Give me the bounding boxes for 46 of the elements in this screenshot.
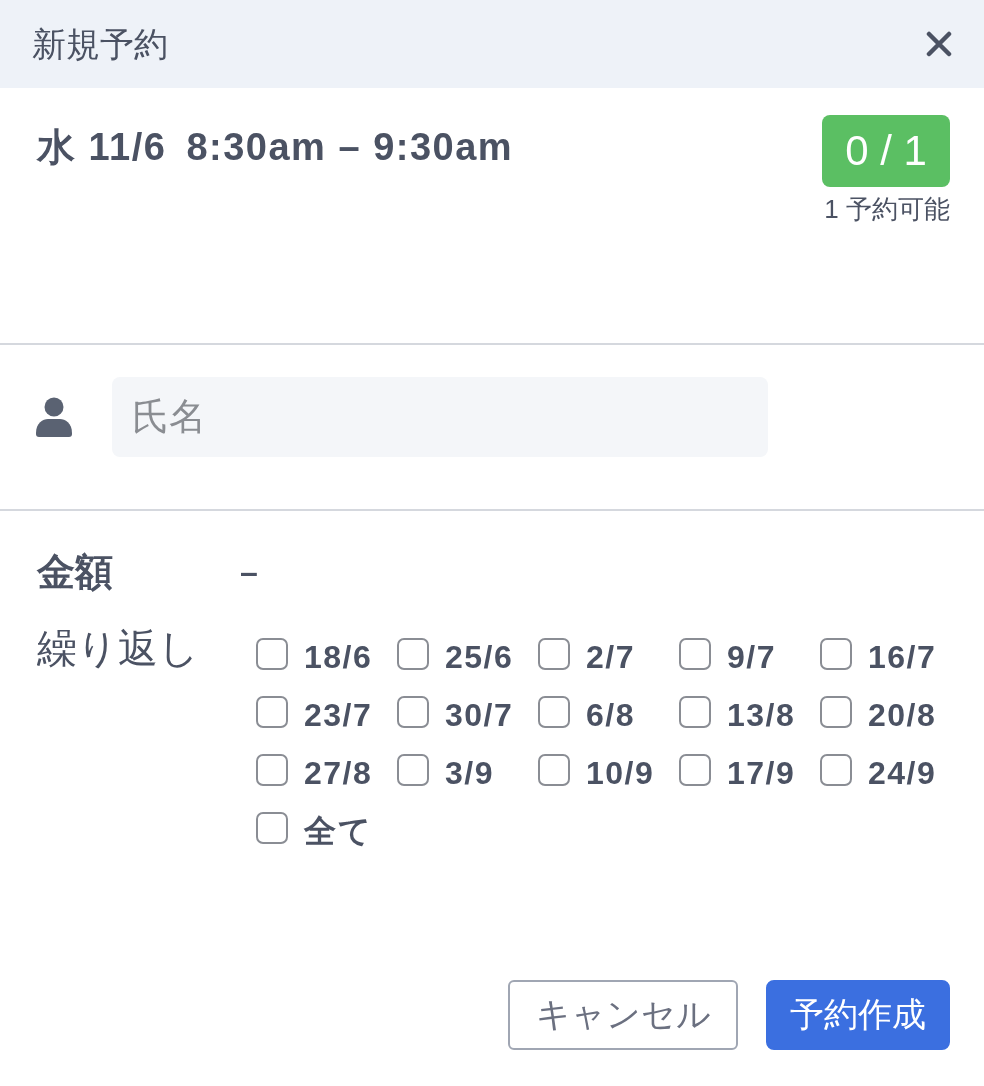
checkbox-label[interactable]: 13/8 xyxy=(727,696,796,734)
checkbox-label[interactable]: 27/8 xyxy=(304,754,373,792)
slot-date: 水 11/6 xyxy=(37,125,167,169)
slot-time: 8:30am – 9:30am xyxy=(186,125,514,169)
checkbox[interactable] xyxy=(538,754,570,786)
checkbox-label[interactable]: 3/9 xyxy=(445,754,494,792)
checkbox[interactable] xyxy=(538,638,570,670)
checkbox-label[interactable]: 24/9 xyxy=(868,754,937,792)
checkbox[interactable] xyxy=(256,696,288,728)
checkbox[interactable] xyxy=(679,696,711,728)
checkbox[interactable] xyxy=(256,638,288,670)
checkbox[interactable] xyxy=(256,754,288,786)
checkbox-label[interactable]: 17/9 xyxy=(727,754,796,792)
amount-value: – xyxy=(240,553,258,592)
checkbox-label[interactable]: 25/6 xyxy=(445,638,514,676)
checkbox[interactable] xyxy=(679,754,711,786)
checkbox-label[interactable]: 18/6 xyxy=(304,638,373,676)
checkbox[interactable] xyxy=(820,696,852,728)
checkbox[interactable] xyxy=(397,754,429,786)
checkbox[interactable] xyxy=(820,638,852,670)
checkbox[interactable] xyxy=(538,696,570,728)
checkbox-label[interactable]: 30/7 xyxy=(445,696,514,734)
close-button[interactable] xyxy=(924,29,954,59)
dialog-title: 新規予約 xyxy=(32,24,168,65)
checkbox[interactable] xyxy=(679,638,711,670)
create-button[interactable]: 予約作成 xyxy=(766,980,950,1050)
checkbox[interactable] xyxy=(397,638,429,670)
amount-label: 金額 xyxy=(37,550,114,595)
cancel-button[interactable]: キャンセル xyxy=(508,980,738,1050)
checkbox[interactable] xyxy=(820,754,852,786)
checkbox-label[interactable]: 20/8 xyxy=(868,696,937,734)
checkbox[interactable] xyxy=(397,696,429,728)
capacity-badge: 0 / 1 xyxy=(822,115,950,187)
checkbox-label[interactable]: 23/7 xyxy=(304,696,373,734)
checkbox-label[interactable]: 2/7 xyxy=(586,638,635,676)
checkbox-label[interactable]: 16/7 xyxy=(868,638,937,676)
close-icon xyxy=(926,31,952,57)
name-input[interactable]: 氏名 xyxy=(112,377,768,457)
checkbox-label[interactable]: 全て xyxy=(304,812,372,850)
repeat-label: 繰り返し xyxy=(37,625,200,671)
checkbox-label[interactable]: 6/8 xyxy=(586,696,635,734)
checkbox[interactable] xyxy=(256,812,288,844)
checkbox-label[interactable]: 10/9 xyxy=(586,754,655,792)
checkbox-label[interactable]: 9/7 xyxy=(727,638,776,676)
capacity-note: 1 予約可能 xyxy=(824,193,950,225)
person-icon xyxy=(36,397,72,437)
